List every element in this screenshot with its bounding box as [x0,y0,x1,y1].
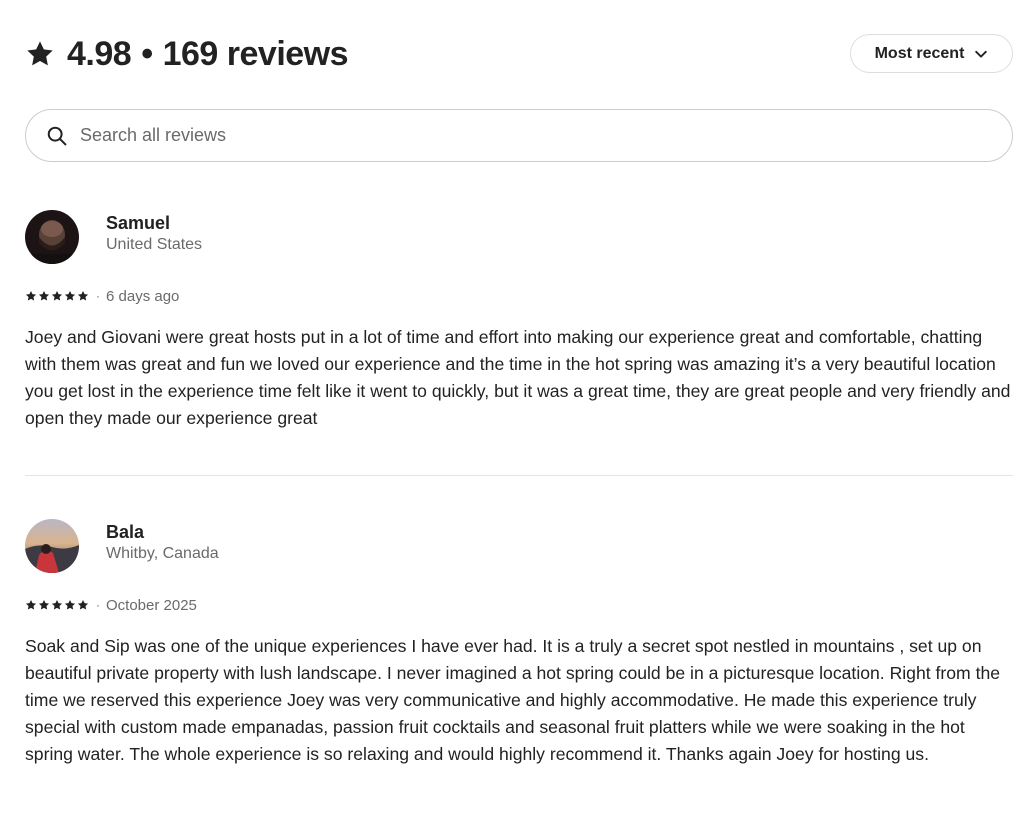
star-icon [38,290,50,301]
reviewer-name: Samuel [106,213,171,233]
reviewer: Bala Whitby, Canada [25,519,1013,573]
sort-label: Most recent [874,44,965,62]
star-icon [77,290,89,301]
review-date: October 2025 [106,596,197,614]
star-icon [64,599,76,610]
avatar[interactable] [25,210,79,264]
rating-separator: • [141,35,153,73]
reviewer-info: Samuel United States [106,211,202,255]
review-meta: · 6 days ago [25,286,1013,306]
rating-summary: 4.98 • 169 reviews [25,32,349,76]
review-text: Soak and Sip was one of the unique exper… [25,636,1001,764]
review-item: Bala Whitby, Canada · October 2025 Soak … [25,519,1013,768]
reviewer-location: United States [106,236,203,253]
meta-separator: · [96,598,100,612]
star-icon [38,599,50,610]
review-count: 169 reviews [162,35,349,73]
star-rating [25,599,90,611]
star-icon [77,599,89,610]
star-icon [25,290,37,301]
sort-dropdown-button[interactable]: Most recent [850,34,1013,73]
reviewer: Samuel United States [25,210,1013,264]
search-input[interactable] [80,125,960,146]
review-meta: · October 2025 [25,595,1013,615]
star-icon [27,41,53,66]
search-bar[interactable] [25,109,1013,162]
reviewer-info: Bala Whitby, Canada [106,520,219,564]
search-icon [47,126,67,145]
star-rating [25,290,90,302]
review-divider [25,475,1013,476]
reviews-header: 4.98 • 169 reviews Most recent [25,28,1013,78]
star-icon [25,599,37,610]
star-icon [64,290,76,301]
overall-rating: 4.98 [67,35,132,73]
review-text: Joey and Giovani were great hosts put in… [25,327,1011,428]
avatar[interactable] [25,519,79,573]
reviewer-name: Bala [106,522,145,542]
review-item: Samuel United States · 6 days ago Joey a… [25,210,1013,432]
review-date: 6 days ago [106,287,180,305]
star-icon [51,599,63,610]
meta-separator: · [96,289,100,303]
chevron-down-icon [975,50,988,58]
reviewer-location: Whitby, Canada [106,545,219,562]
star-icon [51,290,63,301]
